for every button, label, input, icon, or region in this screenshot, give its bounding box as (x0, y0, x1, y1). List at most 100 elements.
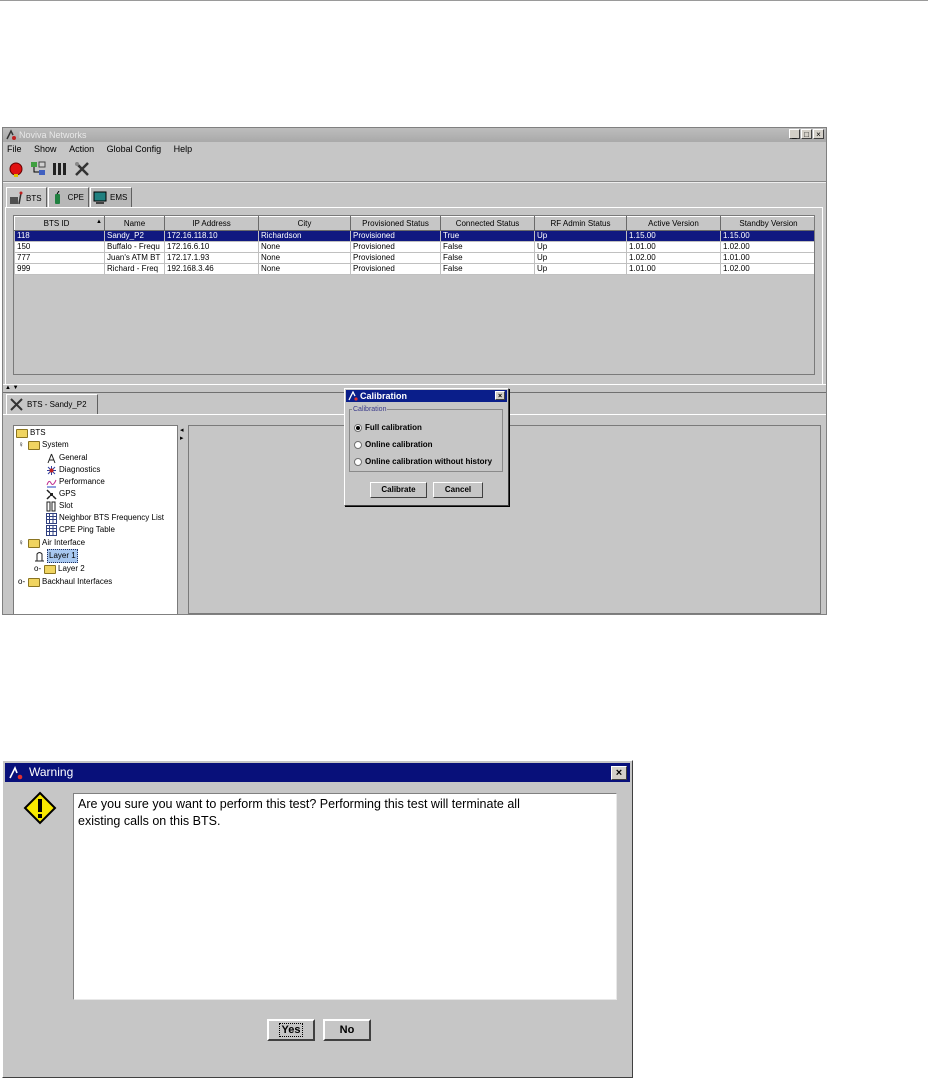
tree-label: Layer 2 (58, 564, 85, 573)
tree-label: GPS (59, 489, 76, 498)
column-header-active-version[interactable]: Active Version (626, 216, 721, 231)
minimize-button[interactable]: _ (789, 129, 800, 139)
column-header-ip-address[interactable]: IP Address (164, 216, 259, 231)
tree-item-layer2[interactable]: o- Layer 2 (34, 563, 85, 575)
alarm-icon[interactable] (7, 160, 25, 178)
table-row[interactable]: 118 Sandy_P2 172.16.118.10 Richardson Pr… (14, 230, 814, 242)
tree-item-cpe-ping[interactable]: CPE Ping Table (46, 524, 115, 536)
menu-help[interactable]: Help (174, 144, 193, 154)
menu-file[interactable]: File (7, 144, 22, 154)
radio-label: Online calibration without history (365, 457, 493, 466)
toolbar (3, 158, 826, 180)
table-cell: Richardson (258, 230, 351, 242)
table-row[interactable]: 777 Juan's ATM BT 172.17.1.93 None Provi… (14, 252, 814, 264)
tree-item-diagnostics[interactable]: Diagnostics (46, 464, 100, 476)
menu-global-config[interactable]: Global Config (107, 144, 162, 154)
tree-item-performance[interactable]: Performance (46, 476, 105, 488)
tab-ems-label: EMS (110, 193, 128, 202)
warning-message: Are you sure you want to perform this te… (73, 793, 617, 1000)
window-title: Noviva Networks (19, 130, 87, 140)
folder-icon (28, 577, 40, 587)
warning-title-bar[interactable]: Warning × (5, 763, 630, 782)
table-cell: 172.16.118.10 (164, 230, 259, 242)
tools-icon[interactable] (73, 160, 91, 178)
app-icon (348, 391, 358, 401)
menu-show[interactable]: Show (34, 144, 57, 154)
tree-item-gps[interactable]: GPS (46, 488, 76, 500)
column-header-standby-version[interactable]: Standby Version (720, 216, 814, 231)
tree-label: Performance (59, 477, 105, 486)
column-header-connected-status[interactable]: Connected Status (440, 216, 535, 231)
yes-button[interactable]: Yes (267, 1019, 315, 1041)
left-arrow-icon[interactable]: ◂ (180, 427, 184, 434)
radio-online-calibration[interactable]: Online calibration (354, 440, 433, 449)
maximize-button[interactable]: □ (801, 129, 812, 139)
table-cell: Richard - Freq (104, 263, 165, 275)
sort-ascending-icon: ▲ (96, 219, 102, 225)
tab-bts[interactable]: BTS (6, 187, 47, 208)
app-icon (9, 766, 23, 780)
page-rule (0, 0, 928, 1)
table-cell: False (440, 241, 535, 253)
table-cell: Provisioned (350, 263, 441, 275)
table-cell: Provisioned (350, 252, 441, 264)
column-header-name[interactable]: Name (104, 216, 165, 231)
expand-toggle-icon[interactable]: ♀ (18, 439, 26, 451)
tree-item-layer1[interactable]: Layer 1 (34, 549, 78, 563)
title-bar[interactable]: Noviva Networks _ □ × (3, 128, 826, 142)
tree-divider[interactable]: ◂ ▸ (179, 425, 186, 614)
tab-cpe[interactable]: CPE (47, 187, 90, 207)
tab-bts-label: BTS (26, 193, 42, 203)
cancel-button[interactable]: Cancel (433, 482, 483, 498)
tab-ems[interactable]: EMS (90, 187, 133, 207)
menu-action[interactable]: Action (69, 144, 94, 154)
right-arrow-icon[interactable]: ▸ (180, 435, 184, 442)
close-icon[interactable]: × (611, 766, 627, 780)
tree-item-neighbor-bts[interactable]: Neighbor BTS Frequency List (46, 512, 164, 524)
table-cell: 192.168.3.46 (164, 263, 259, 275)
table-cell: 1.02.00 (720, 263, 814, 275)
radio-online-without-history[interactable]: Online calibration without history (354, 457, 492, 466)
table-cell: False (440, 263, 535, 275)
network-icon[interactable] (29, 160, 47, 178)
tab-bts-detail[interactable]: BTS - Sandy_P2 (6, 394, 98, 414)
table-cell: 777 (14, 252, 105, 264)
diagnostics-icon (47, 465, 56, 475)
no-button[interactable]: No (323, 1019, 371, 1041)
cpe-icon (54, 190, 60, 204)
expand-toggle-icon[interactable]: ♀ (18, 537, 26, 549)
table-row[interactable]: 999 Richard - Freq 192.168.3.46 None Pro… (14, 263, 814, 275)
calibration-title-bar[interactable]: Calibration × (346, 390, 507, 402)
bars-icon[interactable] (51, 160, 69, 178)
bts-icon (10, 191, 23, 205)
radio-label: Full calibration (365, 423, 422, 432)
tree-item-slot[interactable]: Slot (46, 500, 73, 512)
column-header-bts-id[interactable]: BTS ID ▲ (14, 216, 105, 231)
column-header-city[interactable]: City (258, 216, 351, 231)
no-button-label: No (339, 1024, 355, 1036)
table-cell: Buffalo - Frequ (104, 241, 165, 253)
folder-icon (44, 564, 56, 574)
tree-item-system[interactable]: ♀ System (18, 439, 69, 451)
close-button[interactable]: × (813, 129, 824, 139)
tree-item-bts[interactable]: BTS (16, 427, 46, 439)
warning-dialog: Warning × Are you sure you want to perfo… (2, 760, 633, 1078)
calibrate-button[interactable]: Calibrate (370, 482, 427, 498)
table-cell: 1.02.00 (626, 252, 721, 264)
tree-item-air-interface[interactable]: ♀ Air Interface (18, 537, 85, 549)
tree-item-general[interactable]: General (46, 452, 87, 464)
column-header-provisioned-status[interactable]: Provisioned Status (350, 216, 441, 231)
column-header-rf-admin-status[interactable]: RF Admin Status (534, 216, 627, 231)
tree-item-backhaul[interactable]: o- Backhaul Interfaces (18, 576, 112, 588)
tree-label: Air Interface (42, 538, 86, 547)
collapse-toggle-icon[interactable]: o- (18, 576, 26, 588)
collapse-arrows-icon[interactable]: ▲ ▼ (5, 385, 19, 391)
radio-full-calibration[interactable]: Full calibration (354, 423, 422, 432)
table-cell: None (258, 252, 351, 264)
table-row[interactable]: 150 Buffalo - Frequ 172.16.6.10 None Pro… (14, 241, 814, 253)
tree-label: BTS (30, 428, 46, 437)
tree-label: Slot (59, 501, 73, 510)
collapse-toggle-icon[interactable]: o- (34, 563, 42, 575)
close-icon[interactable]: × (495, 391, 505, 400)
table-icon (46, 512, 57, 524)
